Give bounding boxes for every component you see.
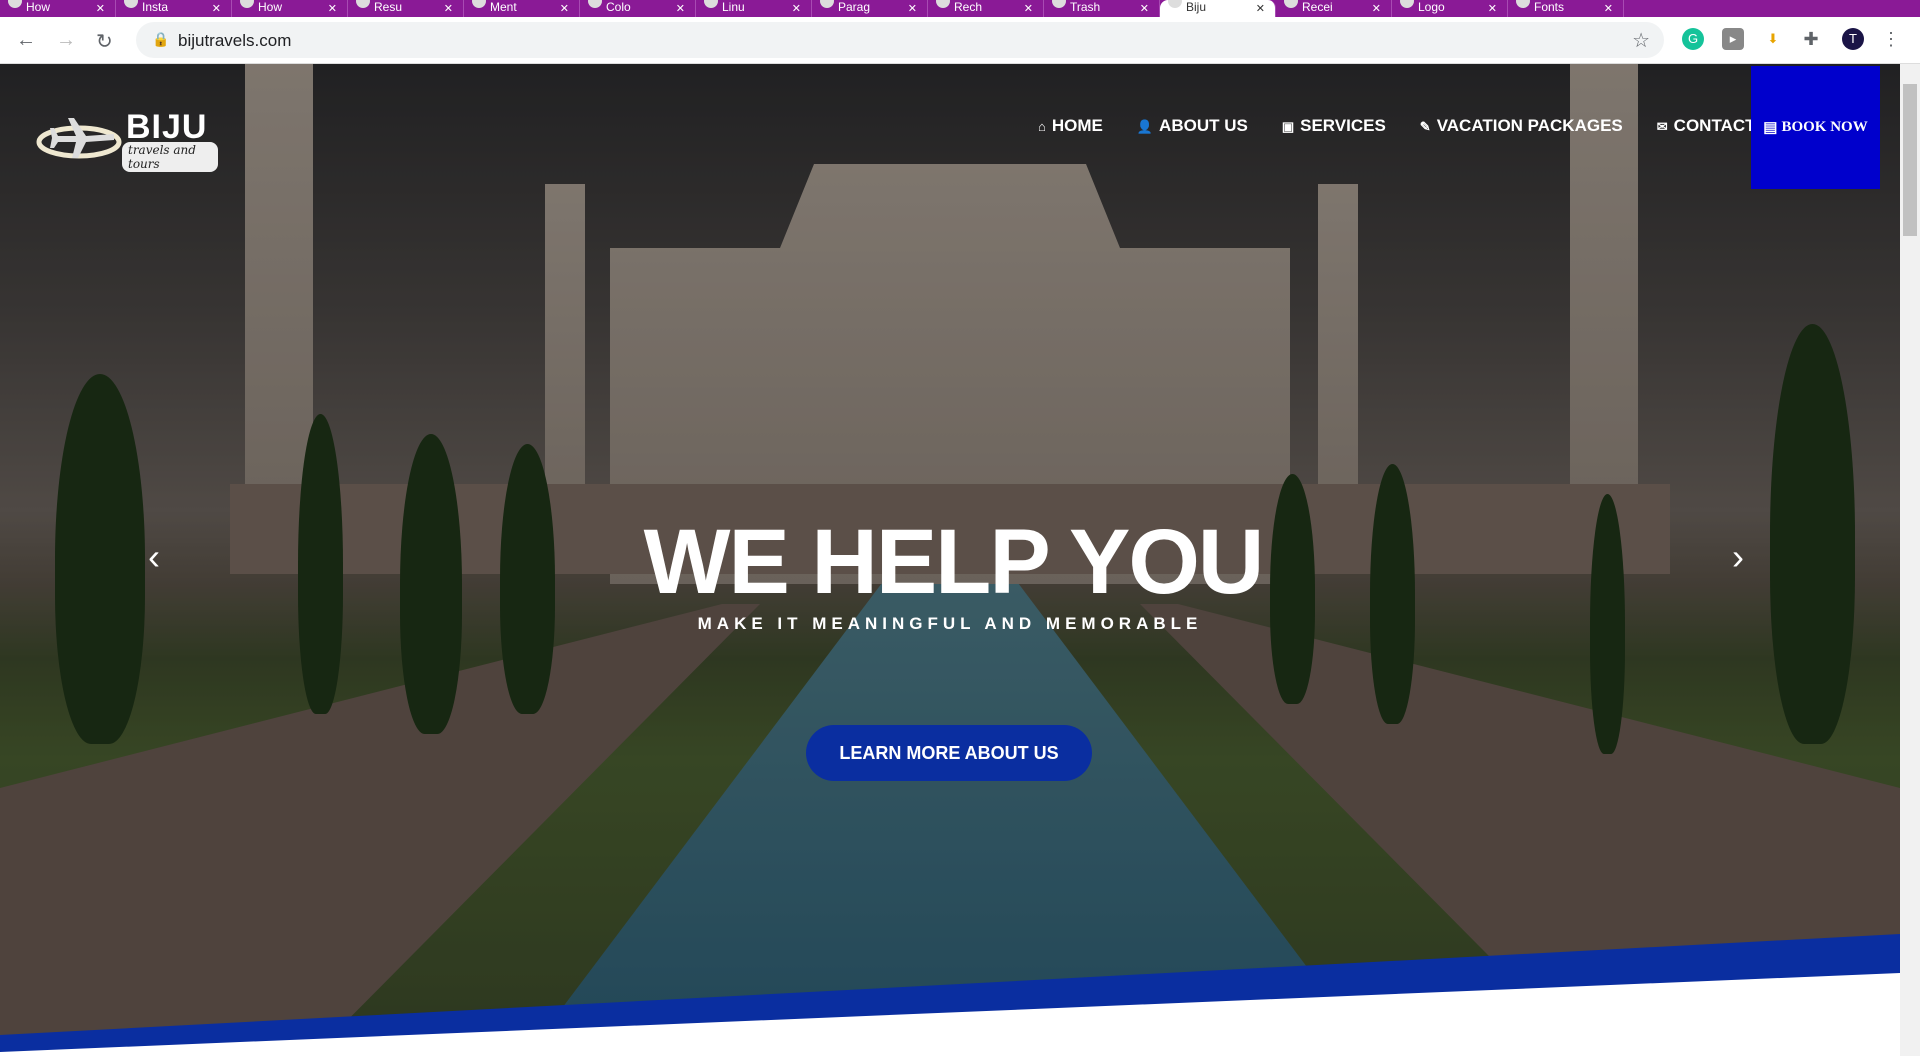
envelope-icon: ✉ <box>1656 119 1668 134</box>
browser-tab[interactable]: Ment ✕ <box>464 0 580 17</box>
tab-label: Parag <box>838 0 871 14</box>
tab-close-icon[interactable]: ✕ <box>1140 2 1149 15</box>
book-now-button[interactable]: ▤ BOOK NOW <box>1751 66 1880 189</box>
browser-tab[interactable]: Biju ✕ <box>1160 0 1276 17</box>
tab-label: Ment <box>490 0 517 14</box>
nav-label: VACATION PACKAGES <box>1436 116 1623 135</box>
url-text: bijutravels.com <box>178 31 292 50</box>
hero-subtitle: MAKE IT MEANINGFUL AND MEMORABLE <box>697 614 1203 633</box>
browser-tab[interactable]: How ✕ <box>0 0 116 17</box>
menu-icon[interactable]: ⋮ <box>1880 28 1902 50</box>
browser-tab[interactable]: Resu ✕ <box>348 0 464 17</box>
nav-item-services[interactable]: ▣ SERVICES <box>1282 116 1386 136</box>
tab-close-icon[interactable]: ✕ <box>676 2 685 15</box>
browser-tab[interactable]: Insta ✕ <box>116 0 232 17</box>
book-now-label: BOOK NOW <box>1781 119 1868 135</box>
tab-close-icon[interactable]: ✕ <box>1604 2 1613 15</box>
tab-label: Biju <box>1186 0 1207 14</box>
tab-favicon-icon <box>1516 0 1530 8</box>
tab-close-icon[interactable]: ✕ <box>96 2 105 15</box>
tab-favicon-icon <box>124 0 138 8</box>
tab-label: Resu <box>374 0 403 14</box>
tab-favicon-icon <box>1284 0 1298 8</box>
tab-favicon-icon <box>588 0 602 8</box>
nav-item-home[interactable]: ⌂ HOME <box>1038 116 1103 136</box>
learn-more-button[interactable]: LEARN MORE ABOUT US <box>806 725 1092 781</box>
hero-title: WE HELP YOU <box>643 511 1265 613</box>
browser-tab[interactable]: Linu ✕ <box>696 0 812 17</box>
tab-favicon-icon <box>704 0 718 8</box>
tab-favicon-icon <box>1168 0 1182 8</box>
bookmark-star-icon[interactable]: ☆ <box>1632 28 1650 53</box>
address-bar-row: ← → ↻ 🔒 bijutravels.com ☆ G ▸ ⬇ ✚ T ⋮ <box>0 17 1920 64</box>
tab-label: Fonts <box>1534 0 1565 14</box>
tab-favicon-icon <box>356 0 370 8</box>
scrollbar-thumb[interactable] <box>1903 84 1917 236</box>
tab-strip: How ✕ Insta ✕ How ✕ Resu ✕ Ment ✕ Colo ✕ Linu ✕ Parag ✕… <box>0 0 1920 17</box>
reload-icon[interactable]: ↻ <box>96 29 113 54</box>
back-icon[interactable]: ← <box>16 29 36 52</box>
grammarly-icon[interactable]: G <box>1682 28 1704 50</box>
tab-favicon-icon <box>1400 0 1414 8</box>
nav-item-contact[interactable]: ✉ CONTACT <box>1657 116 1756 136</box>
nav-label: HOME <box>1051 116 1103 135</box>
browser-tab[interactable]: Fonts ✕ <box>1508 0 1624 17</box>
nav-label: ABOUT US <box>1159 116 1248 135</box>
tab-close-icon[interactable]: ✕ <box>908 2 917 15</box>
browser-tab[interactable]: Trash ✕ <box>1044 0 1160 17</box>
tab-label: How <box>258 0 283 14</box>
nav-label: CONTACT <box>1673 116 1756 135</box>
nav-item-vacation-packages[interactable]: ✎ VACATION PACKAGES <box>1420 116 1623 136</box>
site-logo[interactable]: BIJU travels and tours <box>34 108 218 172</box>
browser-tab[interactable]: Parag ✕ <box>812 0 928 17</box>
browser-tab[interactable]: Recei ✕ <box>1276 0 1392 17</box>
tab-label: Logo <box>1418 0 1445 14</box>
tab-favicon-icon <box>472 0 486 8</box>
tab-close-icon[interactable]: ✕ <box>560 2 569 15</box>
tab-favicon-icon <box>240 0 254 8</box>
tab-close-icon[interactable]: ✕ <box>1256 2 1265 15</box>
tab-favicon-icon <box>820 0 834 8</box>
extension-download-icon[interactable]: ⬇ <box>1762 28 1784 50</box>
profile-avatar[interactable]: T <box>1842 28 1864 50</box>
page-scrollbar[interactable] <box>1900 64 1920 1056</box>
tab-favicon-icon <box>8 0 22 8</box>
tab-close-icon[interactable]: ✕ <box>1488 2 1497 15</box>
tab-label: Insta <box>142 0 169 14</box>
extension-icon[interactable]: ▸ <box>1722 28 1744 50</box>
browser-tab[interactable]: Colo ✕ <box>580 0 696 17</box>
browser-tab[interactable]: Logo ✕ <box>1392 0 1508 17</box>
url-field[interactable]: 🔒 bijutravels.com ☆ <box>136 22 1664 58</box>
image-icon: ▣ <box>1281 119 1295 134</box>
logo-tagline: travels and tours <box>122 142 218 172</box>
home-icon: ⌂ <box>1038 119 1046 134</box>
tab-label: Linu <box>722 0 745 14</box>
tab-label: Trash <box>1070 0 1101 14</box>
puzzle-icon[interactable]: ✚ <box>1800 28 1822 50</box>
nav-label: SERVICES <box>1300 116 1386 135</box>
browser-tab[interactable]: Rech ✕ <box>928 0 1044 17</box>
user-icon: 👤 <box>1136 119 1154 134</box>
edit-icon: ✎ <box>1419 119 1431 134</box>
plane-logo-icon <box>36 118 122 159</box>
tab-label: Colo <box>606 0 631 14</box>
tab-close-icon[interactable]: ✕ <box>444 2 453 15</box>
nav-item-about-us[interactable]: 👤 ABOUT US <box>1137 116 1248 136</box>
tab-close-icon[interactable]: ✕ <box>212 2 221 15</box>
main-nav: ⌂ HOME 👤 ABOUT US ▣ SERVICES ✎ VACATION PACKAGE… <box>1038 116 1756 136</box>
tab-label: How <box>26 0 51 14</box>
tab-label: Recei <box>1302 0 1333 14</box>
book-icon: ▤ <box>1763 120 1778 136</box>
tab-favicon-icon <box>936 0 950 8</box>
tab-close-icon[interactable]: ✕ <box>328 2 337 15</box>
lock-icon: 🔒 <box>152 31 170 47</box>
tab-close-icon[interactable]: ✕ <box>1372 2 1381 15</box>
tab-favicon-icon <box>1052 0 1066 8</box>
browser-tab[interactable]: How ✕ <box>232 0 348 17</box>
tab-close-icon[interactable]: ✕ <box>1024 2 1033 15</box>
tab-label: Rech <box>954 0 983 14</box>
tab-close-icon[interactable]: ✕ <box>792 2 801 15</box>
forward-icon[interactable]: → <box>56 29 76 52</box>
